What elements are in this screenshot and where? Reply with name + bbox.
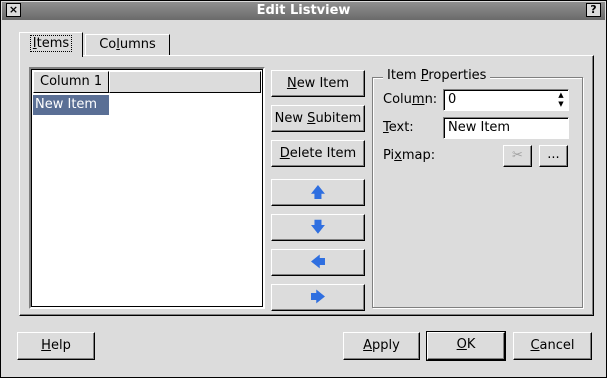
scissors-icon: ✂ [512, 148, 523, 163]
arrow-down-icon: 🡇 [310, 218, 326, 236]
column-label: Column: [383, 92, 438, 107]
tab-items[interactable]: Items [19, 32, 83, 57]
text-label: Text: [383, 120, 414, 135]
list-item[interactable]: New Item [33, 95, 109, 115]
move-right-button[interactable]: 🡆 [271, 284, 365, 311]
move-left-button[interactable]: 🡄 [271, 249, 365, 276]
spin-down-icon[interactable]: ▼ [555, 100, 567, 109]
text-field-value: New Item [448, 120, 511, 135]
column-spinbox-value: 0 [448, 92, 457, 107]
spin-up-icon[interactable]: ▲ [555, 91, 567, 100]
pixmap-browse-button[interactable]: ... [539, 145, 568, 167]
tab-items-label: Items [29, 35, 73, 52]
title-bar[interactable]: Edit Listview [2, 2, 605, 20]
close-icon[interactable]: × [6, 3, 21, 17]
pixmap-clear-button[interactable]: ✂ [503, 145, 532, 167]
column-header-filler [109, 71, 261, 93]
arrow-left-icon: 🡄 [310, 253, 326, 271]
arrow-up-icon: 🡅 [310, 183, 326, 201]
delete-item-button[interactable]: Delete Item [271, 140, 365, 167]
window-title: Edit Listview [256, 3, 351, 18]
new-item-button[interactable]: New Item [271, 70, 365, 97]
arrow-right-icon: 🡆 [310, 288, 326, 306]
help-icon[interactable]: ? [586, 3, 601, 17]
item-properties-group [372, 77, 583, 308]
text-field[interactable]: New Item [443, 117, 569, 139]
apply-button[interactable]: Apply [343, 332, 420, 360]
move-down-button[interactable]: 🡇 [271, 214, 365, 241]
column-header[interactable]: Column 1 [33, 71, 109, 93]
edit-listview-dialog: Edit Listview × ? Items Columns Column 1… [0, 0, 607, 378]
item-listview[interactable]: Column 1 New Item [29, 67, 265, 309]
item-properties-title: Item Properties [383, 68, 491, 83]
listview-header: Column 1 [33, 71, 261, 93]
cancel-button[interactable]: Cancel [513, 332, 592, 360]
new-subitem-button[interactable]: New Subitem [271, 105, 365, 132]
tab-columns-label: Columns [99, 37, 156, 52]
tab-columns[interactable]: Columns [85, 34, 170, 55]
ok-button[interactable]: OK [426, 331, 506, 361]
column-spinbox[interactable]: 0 ▲ ▼ [443, 89, 569, 111]
help-button[interactable]: Help [17, 332, 95, 360]
move-up-button[interactable]: 🡅 [271, 179, 365, 206]
pixmap-label: Pixmap: [383, 148, 436, 163]
